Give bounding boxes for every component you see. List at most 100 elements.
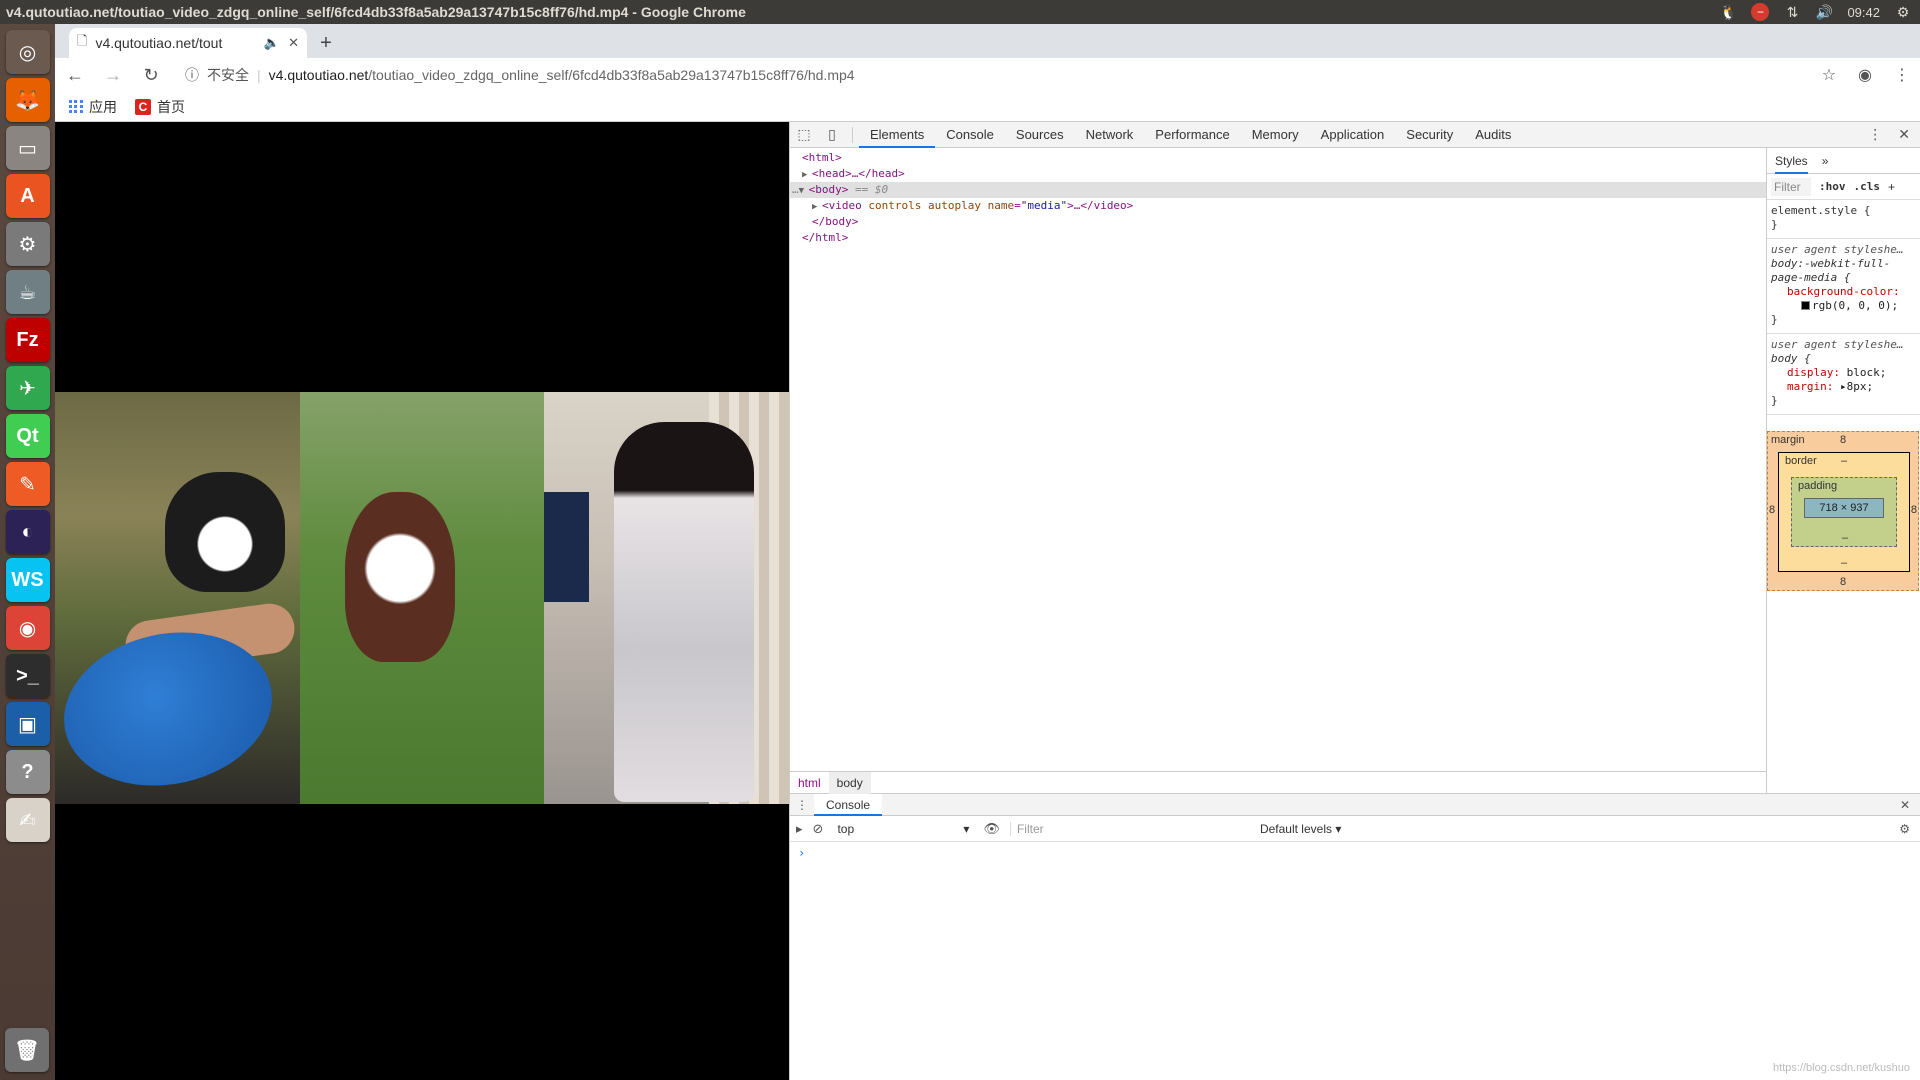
box-model-border: border – padding 718 × 937 – –	[1778, 452, 1910, 572]
bookmark-star-icon[interactable]: ☆	[1822, 65, 1836, 85]
person-image	[614, 422, 755, 802]
log-levels-select[interactable]: Default levels ▾	[1260, 822, 1341, 836]
browser-tab[interactable]: 🗋 v4.qutoutiao.net/tout 🔈 ✕	[69, 28, 307, 58]
collapse-triangle-icon[interactable]: ▼	[799, 183, 809, 199]
sidebar-toggle-icon[interactable]: ▸	[796, 821, 803, 837]
breadcrumb-body[interactable]: body	[828, 771, 871, 794]
drawer-menu-icon[interactable]: ⋮	[790, 798, 814, 812]
info-icon[interactable]: ⓘ	[185, 65, 199, 85]
tab-styles[interactable]: Styles	[1775, 148, 1808, 174]
dom-node-body-close[interactable]: </body>	[790, 214, 1766, 230]
tab-strip: 🗋 v4.qutoutiao.net/tout 🔈 ✕ +	[55, 24, 1920, 58]
clear-console-icon[interactable]: ⊘	[813, 821, 824, 837]
tab-application[interactable]: Application	[1310, 122, 1396, 148]
do-not-disturb-icon[interactable]: −	[1751, 3, 1770, 21]
jar-icon[interactable]: ☕	[5, 270, 50, 314]
styles-filter-input[interactable]: Filter	[1771, 177, 1811, 196]
tab-title: v4.qutoutiao.net/tout	[95, 35, 223, 51]
network-icon[interactable]: ⇅	[1783, 3, 1801, 21]
system-settings-icon[interactable]: ⚙	[5, 222, 50, 266]
close-tab-icon[interactable]: ✕	[288, 35, 299, 51]
webstorm-icon[interactable]: WS	[5, 558, 50, 602]
console-settings-icon[interactable]: ⚙	[1899, 822, 1920, 836]
watermark: https://blog.csdn.net/kushuo	[1773, 1062, 1910, 1074]
firefox-icon[interactable]: 🦊	[5, 78, 50, 122]
filezilla-icon[interactable]: Fz	[5, 318, 50, 362]
tab-network[interactable]: Network	[1075, 122, 1145, 148]
chevron-down-icon: ▾	[963, 821, 970, 836]
expand-triangle-icon[interactable]: ▶	[802, 167, 812, 183]
box-model-padding: padding 718 × 937 –	[1791, 477, 1897, 547]
bookmark-apps[interactable]: 应用	[69, 97, 117, 117]
ubuntu-dash-icon[interactable]: ◎	[5, 30, 50, 74]
virtualbox-icon[interactable]: ▣	[5, 702, 50, 746]
clock[interactable]: 09:42	[1847, 5, 1880, 20]
console-filter-input[interactable]: Filter	[1009, 821, 1250, 836]
csdn-favicon-icon: C	[135, 98, 151, 115]
tab-console-drawer[interactable]: Console	[814, 793, 883, 816]
drawer-close-icon[interactable]: ✕	[1900, 798, 1920, 812]
system-tray: 🐧 − ⇅ 🔊 09:42 ⚙	[1719, 3, 1920, 21]
devtools-close-icon[interactable]: ✕	[1898, 126, 1910, 143]
console-prompt[interactable]: ›	[790, 842, 1920, 1080]
breadcrumb-html[interactable]: html	[790, 772, 829, 794]
box-model-content[interactable]: 718 × 937	[1804, 498, 1884, 518]
dom-node-head[interactable]: ▶ <head>…</head>	[790, 166, 1766, 182]
inspect-element-icon[interactable]: ⬚	[790, 126, 818, 143]
dom-node-body[interactable]: …▼ <body> == $0	[790, 182, 1766, 198]
devtools-menu-icon[interactable]: ⋮	[1868, 126, 1882, 143]
terminal-icon[interactable]: >_	[5, 654, 50, 698]
text-editor-icon[interactable]: ✍	[5, 798, 50, 842]
security-label[interactable]: 不安全	[207, 65, 249, 85]
context-select[interactable]: top ▾	[833, 822, 973, 836]
tab-security[interactable]: Security	[1395, 122, 1464, 148]
dom-node-html-close[interactable]: </html>	[790, 230, 1766, 246]
tab-performance[interactable]: Performance	[1144, 122, 1240, 148]
reload-button[interactable]: ↻	[141, 65, 161, 86]
tab-audits[interactable]: Audits	[1464, 122, 1522, 148]
page-icon: 🗋	[77, 33, 88, 48]
video-panel-person	[544, 392, 790, 804]
rule-full-page-media[interactable]: user agent styleshe… body:-webkit-full-p…	[1767, 239, 1920, 334]
new-tab-button[interactable]: +	[311, 28, 341, 58]
trash-icon[interactable]: 🗑	[5, 1028, 49, 1072]
expand-triangle-icon[interactable]: ▶	[812, 199, 822, 215]
software-center-icon[interactable]: A	[5, 174, 50, 218]
rule-element-style[interactable]: element.style { }	[1767, 200, 1920, 239]
live-expression-eye-icon[interactable]: 👁	[983, 821, 1000, 837]
apps-grid-icon	[69, 99, 83, 114]
qq-tray-icon[interactable]: 🐧	[1719, 3, 1737, 21]
forward-button[interactable]: →	[103, 65, 123, 86]
styles-sidebar: Styles » Filter :hov .cls + element.styl…	[1766, 148, 1920, 793]
chrome-menu-icon[interactable]: ⋮	[1894, 65, 1910, 85]
more-tabs-icon[interactable]: »	[1822, 154, 1829, 168]
device-toolbar-icon[interactable]: ▯	[818, 126, 846, 143]
audio-playing-icon[interactable]: 🔈	[264, 35, 280, 51]
files-icon[interactable]: ▭	[5, 126, 50, 170]
tab-sources[interactable]: Sources	[1005, 122, 1075, 148]
qt-creator-icon[interactable]: Qt	[5, 414, 50, 458]
dom-node-html[interactable]: <html>	[790, 150, 1766, 166]
profile-icon[interactable]: ◉	[1858, 65, 1872, 85]
video-player[interactable]	[55, 392, 790, 804]
page-viewport	[55, 122, 790, 1080]
back-button[interactable]: ←	[65, 65, 85, 86]
dom-node-video[interactable]: ▶ <video controls autoplay name="media">……	[790, 198, 1766, 214]
eclipse-icon[interactable]: ◐	[5, 510, 50, 554]
bookmark-home[interactable]: C 首页	[135, 97, 185, 117]
new-rule-icon[interactable]: +	[1888, 180, 1895, 194]
postman-icon[interactable]: ✎	[5, 462, 50, 506]
telegram-like-icon[interactable]: ✈	[5, 366, 50, 410]
chrome-icon[interactable]: ◉	[5, 606, 50, 650]
system-gear-icon[interactable]: ⚙	[1894, 3, 1912, 21]
help-icon[interactable]: ?	[5, 750, 50, 794]
tab-memory[interactable]: Memory	[1241, 122, 1310, 148]
cls-toggle[interactable]: .cls	[1854, 180, 1881, 193]
volume-icon[interactable]: 🔊	[1815, 3, 1833, 21]
rule-body[interactable]: user agent styleshe… body { display: blo…	[1767, 334, 1920, 415]
tab-elements[interactable]: Elements	[859, 122, 936, 148]
tab-console[interactable]: Console	[935, 122, 1005, 148]
color-swatch-icon[interactable]	[1801, 301, 1810, 310]
hov-toggle[interactable]: :hov	[1819, 180, 1846, 193]
address-bar[interactable]: ⓘ 不安全 | v4.qutoutiao.net/toutiao_video_z…	[179, 60, 1804, 90]
